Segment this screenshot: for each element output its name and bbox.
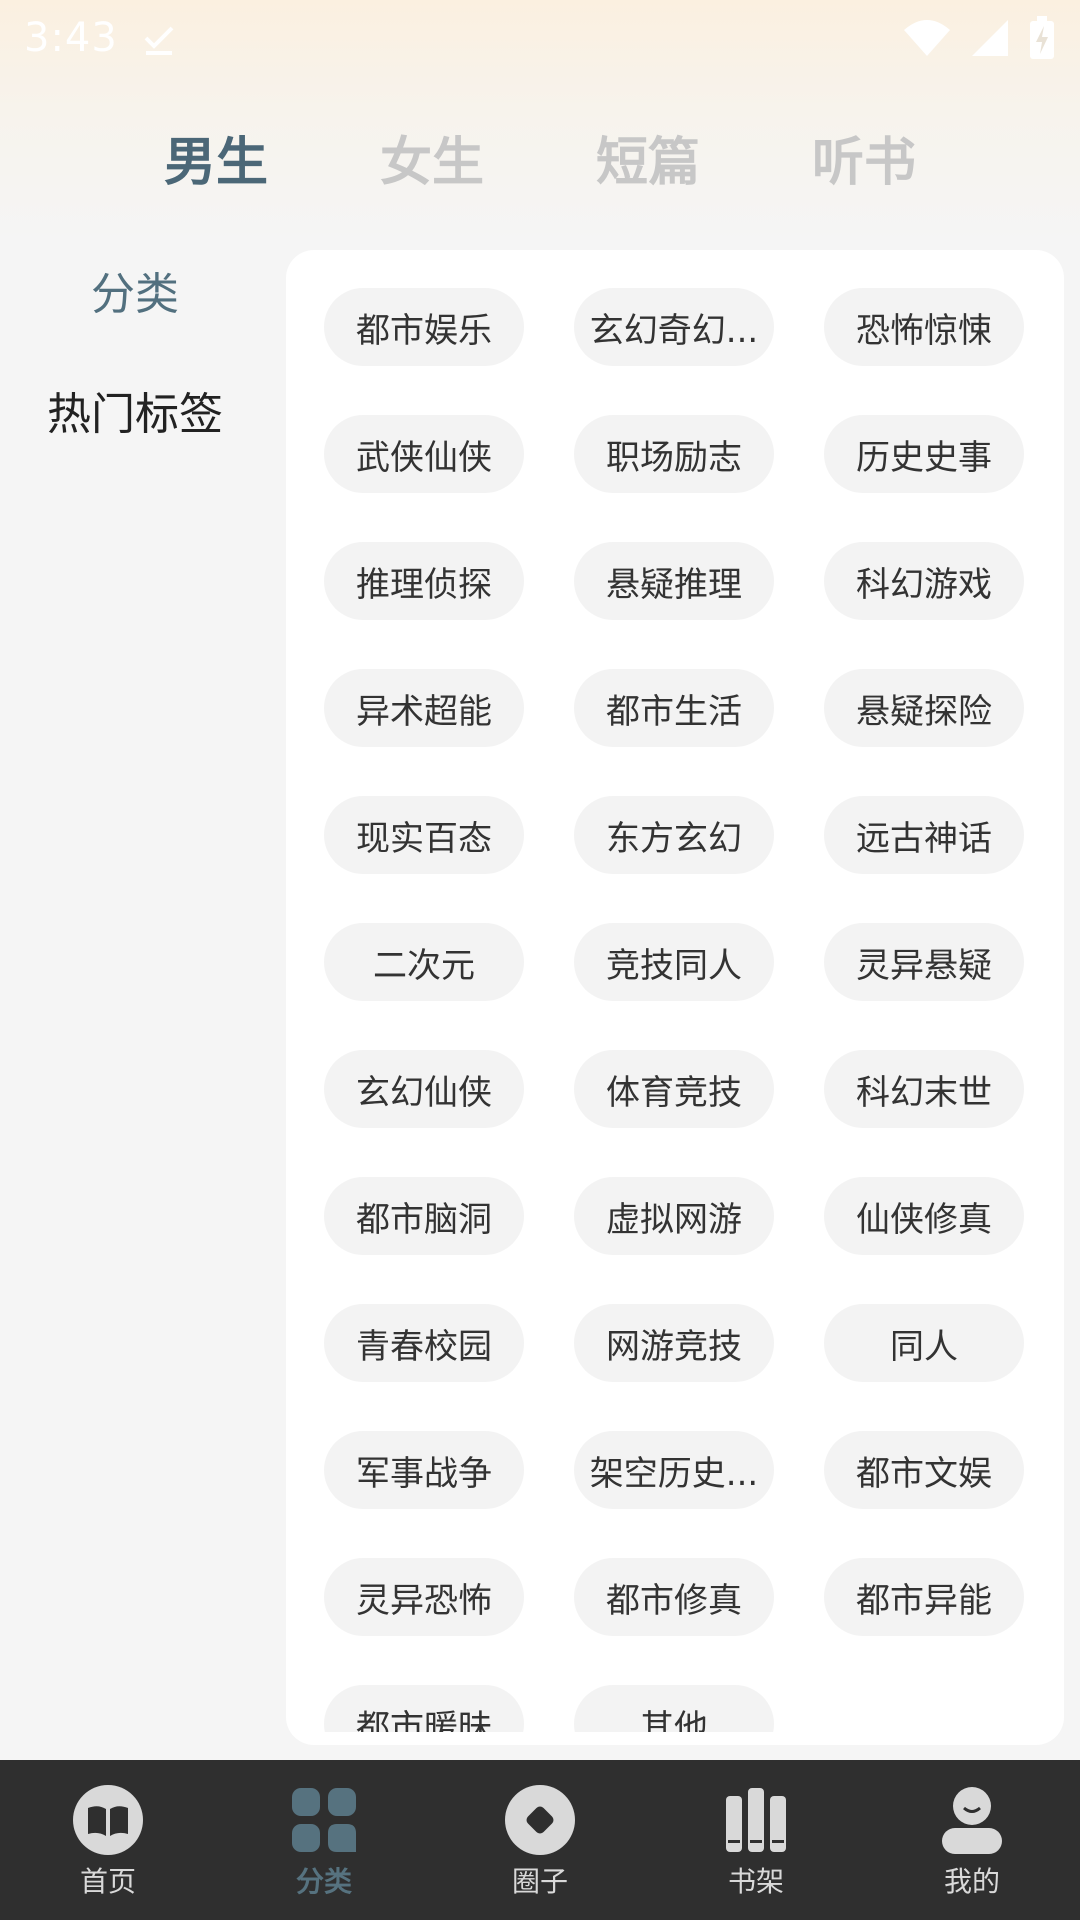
tag-item[interactable]: 仙侠修真	[824, 1177, 1024, 1255]
tag-item[interactable]: 推理侦探	[324, 542, 524, 620]
nav-label: 分类	[295, 1865, 352, 1898]
book-icon	[73, 1785, 143, 1855]
tag-item[interactable]: 体育竞技	[574, 1050, 774, 1128]
tag-item[interactable]: 虚拟网游	[574, 1177, 774, 1255]
nav-item-profile[interactable]: 我的	[864, 1760, 1080, 1920]
tags-panel: 都市娱乐 玄幻奇幻... 恐怖惊悚武侠仙侠 职场励志 历史史事推理侦探 悬疑推理 科幻游戏异…	[286, 250, 1064, 1745]
nav-label: 我的	[943, 1865, 1000, 1898]
tag-item[interactable]: 架空历史...	[574, 1431, 774, 1509]
tag-item[interactable]: 军事战争	[324, 1431, 524, 1509]
tab-short[interactable]: 短篇	[568, 118, 728, 208]
top-tabs: 男生 女生 短篇 听书	[0, 118, 1080, 208]
tag-item[interactable]: 异术超能	[324, 669, 524, 747]
tag-item[interactable]: 东方玄幻	[574, 796, 774, 874]
tag-item[interactable]: 科幻游戏	[824, 542, 1024, 620]
bottom-nav: 首页 分类 圈子 书架 我的	[0, 1760, 1080, 1920]
signal-icon	[972, 20, 1008, 56]
tab-female[interactable]: 女生	[352, 118, 512, 208]
user-icon	[942, 1787, 1002, 1854]
tag-item[interactable]: 武侠仙侠	[324, 415, 524, 493]
tag-item[interactable]: 灵异悬疑	[824, 923, 1024, 1001]
tag-item[interactable]: 都市娱乐	[324, 288, 524, 366]
tag-item[interactable]: 都市脑洞	[324, 1177, 524, 1255]
tag-item[interactable]: 现实百态	[324, 796, 524, 874]
tag-item[interactable]: 竞技同人	[574, 923, 774, 1001]
tag-item[interactable]: 悬疑探险	[824, 669, 1024, 747]
tag-item[interactable]: 都市文娱	[824, 1431, 1024, 1509]
tag-item[interactable]: 历史史事	[824, 415, 1024, 493]
nav-item-home[interactable]: 首页	[0, 1760, 216, 1920]
battery-icon	[1030, 16, 1054, 59]
tab-audiobook[interactable]: 听书	[784, 118, 944, 208]
tag-item[interactable]: 远古神话	[824, 796, 1024, 874]
tag-item[interactable]: 悬疑推理	[574, 542, 774, 620]
tag-item[interactable]: 都市生活	[574, 669, 774, 747]
nav-label: 书架	[727, 1865, 784, 1898]
tag-item[interactable]: 恐怖惊悚	[824, 288, 1024, 366]
side-item-category[interactable]: 分类	[0, 255, 270, 335]
nav-item-category[interactable]: 分类	[216, 1760, 432, 1920]
tag-item[interactable]: 二次元	[324, 923, 524, 1001]
tag-item[interactable]: 都市异能	[824, 1558, 1024, 1636]
tab-male[interactable]: 男生	[136, 118, 296, 208]
tag-item[interactable]: 其他	[574, 1685, 774, 1732]
tags-grid: 都市娱乐 玄幻奇幻... 恐怖惊悚武侠仙侠 职场励志 历史史事推理侦探 悬疑推理 科幻游戏异…	[286, 250, 1064, 1732]
tag-item[interactable]: 职场励志	[574, 415, 774, 493]
tag-item[interactable]: 玄幻奇幻...	[574, 288, 774, 366]
tag-item[interactable]: 都市暖昧	[324, 1685, 524, 1732]
status-bar: 3:43	[0, 0, 1080, 76]
circle-icon	[505, 1785, 575, 1855]
tag-item[interactable]: 青春校园	[324, 1304, 524, 1382]
grid-icon	[292, 1788, 356, 1852]
status-time: 3:43	[24, 15, 118, 61]
tag-item[interactable]: 网游竞技	[574, 1304, 774, 1382]
nav-item-bookshelf[interactable]: 书架	[648, 1760, 864, 1920]
nav-label: 圈子	[511, 1865, 568, 1898]
tag-item[interactable]: 科幻末世	[824, 1050, 1024, 1128]
tag-item[interactable]: 都市修真	[574, 1558, 774, 1636]
wifi-icon	[904, 20, 950, 56]
tag-item[interactable]: 同人	[824, 1304, 1024, 1382]
nav-label: 首页	[79, 1865, 136, 1898]
tag-item[interactable]: 玄幻仙侠	[324, 1050, 524, 1128]
tag-item[interactable]: 灵异恐怖	[324, 1558, 524, 1636]
bookshelf-icon	[726, 1788, 786, 1852]
nav-item-circle[interactable]: 圈子	[432, 1760, 648, 1920]
download-done-icon	[144, 26, 174, 55]
side-item-hot-tags[interactable]: 热门标签	[0, 375, 270, 455]
